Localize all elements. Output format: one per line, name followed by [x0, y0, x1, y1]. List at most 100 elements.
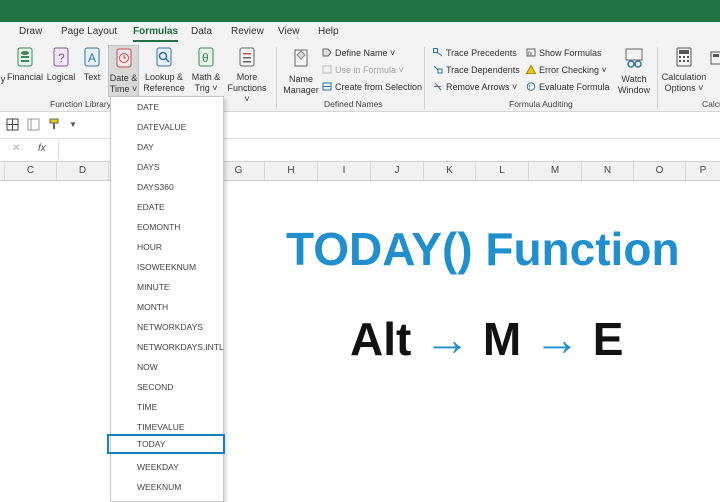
show-formulas-button[interactable]: fx Show Formulas	[526, 48, 602, 58]
tab-help[interactable]: Help	[318, 26, 339, 37]
trace-dependents-icon	[433, 65, 443, 74]
menu-item-date[interactable]: DATE	[111, 97, 223, 117]
math-trig-button[interactable]: θ Math & Trig ˅	[189, 47, 223, 94]
menu-item-minute[interactable]: MINUTE	[111, 277, 223, 297]
name-manager-button[interactable]: Name Manager	[282, 47, 320, 96]
column-header[interactable]: L	[476, 162, 529, 180]
create-from-selection-button[interactable]: Create from Selection	[322, 82, 422, 92]
column-headers: C D E F G H I J K L M N O P	[0, 162, 720, 181]
menu-item-second[interactable]: SECOND	[111, 377, 223, 397]
name-manager-label-1: Name	[288, 74, 313, 84]
menu-item-weekday[interactable]: WEEKDAY	[111, 457, 223, 477]
more-functions-label-2: Functions ˅	[227, 83, 267, 104]
column-header[interactable]: J	[371, 162, 424, 180]
menu-item-datevalue[interactable]: DATEVALUE	[111, 117, 223, 137]
column-header[interactable]: I	[318, 162, 371, 180]
glasses-icon	[614, 47, 654, 72]
menu-item-days[interactable]: DAYS	[111, 157, 223, 177]
freeze-panes-icon[interactable]	[27, 118, 40, 136]
remove-arrows-label: Remove Arrows ˅	[446, 82, 518, 92]
lookup-label-1: Lookup &	[144, 72, 184, 82]
column-header[interactable]: N	[582, 162, 634, 180]
overlay-title: TODAY() Function	[286, 223, 680, 275]
calculation-label-2: Options ˅	[664, 83, 704, 93]
evaluate-formula-button[interactable]: f Evaluate Formula	[526, 82, 610, 92]
error-checking-button[interactable]: Error Checking ˅	[525, 64, 607, 75]
tag-icon	[322, 48, 332, 57]
menu-item-day[interactable]: DAY	[111, 137, 223, 157]
warning-icon	[525, 64, 537, 74]
use-in-formula-button[interactable]: Use in Formula ˅	[322, 65, 404, 75]
error-checking-label: Error Checking ˅	[539, 65, 607, 75]
arrow-icon: →	[424, 313, 471, 365]
logical-button[interactable]: ? Logical	[45, 47, 77, 83]
column-header[interactable]: O	[634, 162, 686, 180]
more-functions-button[interactable]: More Functions ˅	[224, 47, 270, 105]
formula-icon	[322, 65, 332, 74]
formula-auditing-group-label: Formula Auditing	[509, 99, 573, 109]
group-divider	[424, 47, 425, 109]
evaluate-formula-icon: f	[526, 82, 536, 92]
financial-button[interactable]: Financial	[7, 47, 43, 83]
date-time-label-1: Date &	[109, 73, 138, 83]
math-trig-label-2: Trig ˅	[194, 83, 218, 93]
menu-item-isoweeknum[interactable]: ISOWEEKNUM	[111, 257, 223, 277]
tab-draw[interactable]: Draw	[19, 26, 42, 37]
svg-text:fx: fx	[528, 52, 533, 58]
trace-precedents-button[interactable]: Trace Precedents	[433, 48, 517, 58]
name-manager-icon	[282, 47, 320, 72]
column-header[interactable]: M	[529, 162, 582, 180]
name-manager-label-2: Manager	[283, 85, 319, 95]
grid-icon	[322, 82, 332, 91]
format-painter-icon[interactable]	[48, 117, 61, 136]
remove-arrows-button[interactable]: Remove Arrows ˅	[433, 82, 517, 92]
partial-button-label: y	[0, 74, 6, 84]
menu-item-month[interactable]: MONTH	[111, 297, 223, 317]
trace-precedents-icon	[433, 48, 443, 57]
customize-toolbar-icon[interactable]: ▼	[69, 120, 77, 129]
menu-item-edate[interactable]: EDATE	[111, 197, 223, 217]
menu-item-networkdays[interactable]: NETWORKDAYS	[111, 317, 223, 337]
watch-window-label-1: Watch	[621, 74, 647, 84]
borders-icon[interactable]	[6, 118, 19, 136]
column-header[interactable]: P	[686, 162, 720, 180]
column-header[interactable]: D	[57, 162, 109, 180]
tab-formulas[interactable]: Formulas	[133, 26, 179, 42]
tab-page-layout[interactable]: Page Layout	[61, 26, 117, 37]
column-header[interactable]: K	[424, 162, 476, 180]
define-name-button[interactable]: Define Name ˅	[322, 48, 395, 58]
menu-item-hour[interactable]: HOUR	[111, 237, 223, 257]
watch-window-label-2: Window	[617, 85, 650, 95]
key-alt: Alt	[350, 313, 412, 365]
column-header[interactable]: H	[265, 162, 318, 180]
menu-item-now[interactable]: NOW	[111, 357, 223, 377]
menu-item-today[interactable]: TODAY	[107, 434, 225, 454]
math-trig-label-1: Math &	[191, 72, 221, 82]
calculation-options-button[interactable]: Calculation Options ˅	[661, 47, 707, 94]
menu-item-weeknum[interactable]: WEEKNUM	[111, 477, 223, 497]
cancel-icon[interactable]: ✕	[12, 143, 20, 154]
define-name-label: Define Name ˅	[335, 48, 396, 58]
date-time-button[interactable]: Date & Time ˅	[108, 45, 139, 97]
trace-dependents-button[interactable]: Trace Dependents	[433, 65, 520, 75]
menu-item-networkdays-intl[interactable]: NETWORKDAYS.INTL	[111, 337, 224, 357]
calculation-group-label: Calcu	[702, 99, 720, 109]
menu-item-eomonth[interactable]: EOMONTH	[111, 217, 223, 237]
defined-names-group-label: Defined Names	[324, 99, 383, 109]
svg-text:?: ?	[58, 51, 65, 65]
create-from-selection-label: Create from Selection	[335, 82, 423, 92]
tab-data[interactable]: Data	[191, 26, 212, 37]
text-button[interactable]: A Text	[80, 47, 104, 83]
arrow-icon: →	[534, 313, 580, 365]
ribbon-tabs: Draw Page Layout Formulas Data Review Vi…	[0, 22, 720, 43]
menu-item-days360[interactable]: DAYS360	[111, 177, 223, 197]
tab-view[interactable]: View	[278, 26, 300, 37]
insert-function-icon[interactable]: fx	[38, 143, 46, 154]
function-library-group-label: Function Library	[50, 99, 111, 109]
tab-review[interactable]: Review	[231, 26, 264, 37]
column-header[interactable]: C	[5, 162, 57, 180]
watch-window-button[interactable]: Watch Window	[614, 47, 654, 96]
menu-item-time[interactable]: TIME	[111, 397, 223, 417]
calc-now-icon[interactable]	[710, 51, 720, 68]
shortcut-keys: Alt → M → E	[350, 312, 623, 366]
